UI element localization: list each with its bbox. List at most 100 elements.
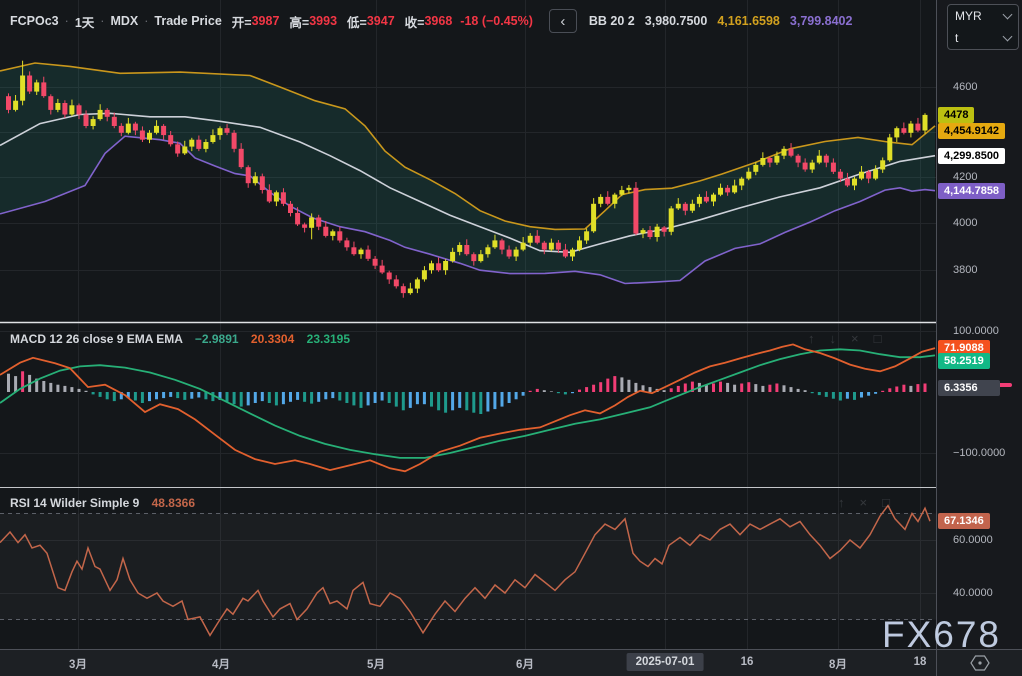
rsi-pane-toolbar-icon-0[interactable]: ↑ — [838, 495, 845, 510]
macd-axis-tick-label: −100.0000 — [953, 447, 1005, 459]
candle-body — [711, 195, 716, 202]
candle-body — [641, 230, 646, 233]
candle-body — [500, 240, 505, 249]
candle-body — [894, 128, 899, 137]
rsi-indicator-title[interactable]: RSI 14 Wilder Simple 9 — [10, 496, 139, 510]
price-axis[interactable]: 460042004000380044784,454.91424,299.8500… — [937, 0, 1022, 649]
macd-histogram-bar — [550, 391, 553, 392]
candle-body — [669, 208, 674, 231]
rsi-pane-toolbar-icon-1[interactable]: × — [860, 495, 868, 510]
macd-histogram-bar — [486, 392, 489, 412]
macd-histogram-bar — [740, 384, 743, 393]
hexagon-settings-icon — [969, 654, 991, 672]
candle-body — [373, 259, 378, 266]
macd-indicator-title[interactable]: MACD 12 26 close 9 EMA EMA — [10, 332, 183, 346]
candle-body — [782, 149, 787, 156]
macd-pane-toolbar-icon-3[interactable]: □ — [874, 331, 882, 346]
candle-body — [923, 115, 928, 131]
macd-pane-toolbar: ↑ ↓ × □ — [808, 331, 881, 346]
candle-body — [62, 103, 67, 115]
candle-body — [690, 204, 695, 211]
macd-histogram-bar — [458, 392, 461, 408]
macd-histogram-bar — [233, 392, 236, 404]
macd-histogram-bar — [106, 392, 109, 399]
back-button[interactable]: ‹ — [549, 9, 577, 33]
time-axis[interactable]: 3月4月5月6月168月182025-07-01 — [0, 650, 1022, 676]
rsi-pane-toolbar-icon-2[interactable]: □ — [882, 495, 890, 510]
candle-body — [584, 231, 589, 240]
low-value: 3947 — [367, 14, 395, 28]
macd-histogram-bar — [860, 392, 863, 398]
close-label: 收= — [405, 12, 425, 31]
macd-histogram-bar — [296, 392, 299, 400]
macd-histogram-bar — [49, 383, 52, 392]
macd-histogram-bar — [254, 392, 257, 403]
time-axis-label: 16 — [741, 656, 754, 668]
macd-histogram-bar — [543, 390, 546, 392]
macd-histogram-bar — [190, 392, 193, 399]
candle-body — [760, 158, 765, 165]
macd-histogram-bar — [148, 392, 151, 401]
macd-histogram-bar — [360, 392, 363, 408]
macd-histogram-bar — [310, 392, 313, 404]
candle-body — [77, 105, 82, 114]
macd-histogram-bar — [247, 392, 250, 405]
macd-histogram-bar — [768, 385, 771, 392]
candle-body — [556, 243, 561, 250]
macd-histogram-bar — [282, 392, 285, 404]
time-axis-label: 4月 — [212, 656, 230, 672]
macd-histogram-bar — [832, 392, 835, 399]
macd-histogram-bar — [444, 392, 447, 413]
macd-histogram-bar — [261, 392, 264, 401]
candle-body — [789, 149, 794, 156]
macd-histogram-bar — [63, 386, 66, 392]
candle-body — [225, 128, 230, 133]
candle-body — [655, 227, 660, 237]
rsi-band-fill — [0, 514, 936, 620]
macd-signal-value: 23.3195 — [307, 332, 350, 346]
rsi-axis-tick-label: 60.0000 — [953, 534, 993, 546]
separator-dot: · — [144, 14, 148, 28]
macd-histogram-bar — [303, 392, 306, 402]
unit-dropdown[interactable]: t — [948, 27, 1018, 49]
price-axis-value-badge: 4,299.8500 — [938, 148, 1005, 164]
candle-body — [189, 140, 194, 147]
macd-histogram-bar — [811, 392, 814, 393]
macd-histogram-bar — [684, 384, 687, 393]
macd-pane-toolbar-icon-0[interactable]: ↑ — [808, 331, 815, 346]
macd-histogram-bar — [472, 392, 475, 413]
candle-body — [471, 254, 476, 261]
bb-indicator-title[interactable]: BB 20 2 — [589, 14, 635, 28]
candle-body — [535, 236, 540, 243]
candle-body — [161, 126, 166, 135]
candle-body — [147, 133, 152, 140]
candle-body — [232, 133, 237, 149]
currency-dropdown[interactable]: MYR — [948, 5, 1018, 27]
macd-histogram-bar — [649, 387, 652, 392]
macd-histogram-bar — [571, 392, 574, 393]
macd-histogram-bar — [522, 392, 525, 396]
chevron-left-icon: ‹ — [560, 14, 565, 29]
symbol-name[interactable]: FCPOc3 — [10, 14, 59, 28]
interval-label[interactable]: 1天 — [75, 12, 94, 31]
candle-body — [274, 192, 279, 201]
macd-pane-toolbar-icon-1[interactable]: ↓ — [830, 331, 837, 346]
candle-body — [725, 188, 730, 193]
candle-body — [344, 240, 349, 247]
fx678-watermark: FX678 — [882, 614, 1001, 656]
rsi-value: 48.8366 — [152, 496, 195, 510]
candle-body — [873, 169, 878, 178]
macd-pane-toolbar-icon-2[interactable]: × — [851, 331, 859, 346]
candle-body — [119, 126, 124, 133]
candle-body — [394, 279, 399, 286]
candle-body — [126, 124, 131, 133]
candle-body — [203, 142, 208, 149]
macd-histogram-bar — [797, 389, 800, 392]
macd-histogram-bar — [606, 379, 609, 392]
candle-body — [767, 158, 772, 163]
candle-body — [6, 96, 11, 110]
candle-body — [20, 76, 25, 101]
macd-histogram-bar — [240, 392, 243, 407]
candle-body — [69, 105, 74, 114]
macd-histogram-bar — [42, 381, 45, 392]
